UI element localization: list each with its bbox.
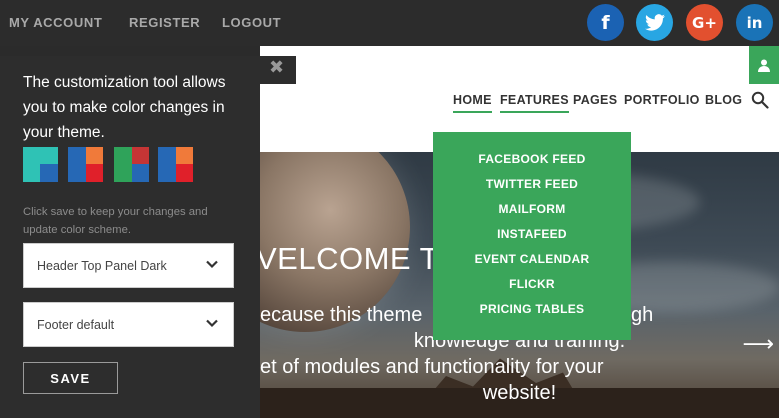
color-swatch-2[interactable] [68,147,103,182]
hero-line-tail: gh [631,304,654,326]
swatch-part [132,147,149,164]
next-arrow-icon[interactable]: ⟶ [742,332,774,357]
hero-line: website! [482,382,557,404]
nav-features[interactable]: FEATURES [500,93,569,113]
twitter-button[interactable] [636,4,673,41]
swatch-part [86,164,103,182]
linkedin-button[interactable]: in [736,4,773,41]
color-swatch-1[interactable] [23,147,58,182]
swatch-part [86,147,103,164]
my-account-link[interactable]: MY ACCOUNT [9,15,102,30]
footer-style-select[interactable]: Footer default [23,302,234,347]
logout-link[interactable]: LOGOUT [222,15,281,30]
swatch-part [68,147,86,182]
user-tab[interactable] [749,46,779,84]
header-style-select[interactable]: Header Top Panel Dark [23,243,234,288]
menu-item-pricing-tables[interactable]: PRICING TABLES [433,300,631,325]
swatch-part [114,147,132,182]
menu-item-flickr[interactable]: FLICKR [433,275,631,300]
twitter-icon [644,14,665,31]
header-select-value: Header Top Panel Dark [37,259,167,273]
swatch-part [158,147,176,182]
google-plus-button[interactable]: G+ [686,4,723,41]
menu-item-event-calendar[interactable]: EVENT CALENDAR [433,250,631,275]
chevron-down-icon [206,319,218,328]
menu-item-instafeed[interactable]: INSTAFEED [433,225,631,250]
menu-item-facebook-feed[interactable]: FACEBOOK FEED [433,150,631,175]
nav-portfolio[interactable]: PORTFOLIO [624,93,700,111]
hero-line: et of modules and functionality for your [260,356,604,378]
swatch-part [40,164,58,182]
color-swatch-4[interactable] [158,147,193,182]
nav-pages[interactable]: PAGES [573,93,617,111]
menu-item-mailform[interactable]: MAILFORM [433,200,631,225]
panel-hint: Click save to keep your changes and upda… [23,206,208,236]
swatch-part [176,147,193,164]
save-button[interactable]: SAVE [23,362,118,394]
nav-home[interactable]: HOME [453,93,492,113]
facebook-icon: f [601,11,610,34]
menu-item-twitter-feed[interactable]: TWITTER FEED [433,175,631,200]
close-icon[interactable]: ✖ [269,57,284,78]
panel-intro: The customization tool allows you to mak… [23,74,226,141]
chevron-down-icon [206,260,218,269]
google-plus-icon: G+ [692,13,717,32]
search-icon[interactable] [751,91,769,109]
facebook-button[interactable]: f [587,4,624,41]
user-icon [758,59,770,72]
footer-select-value: Footer default [37,318,115,332]
linkedin-icon: in [746,13,763,32]
color-swatch-3[interactable] [114,147,149,182]
features-dropdown: FACEBOOK FEED TWITTER FEED MAILFORM INST… [433,132,631,340]
register-link[interactable]: REGISTER [129,15,200,30]
swatch-part [176,164,193,182]
top-bar: MY ACCOUNT REGISTER LOGOUT f G+ in [0,0,779,46]
customization-panel: The customization tool allows you to mak… [0,56,260,418]
swatch-part [132,164,149,182]
nav-blog[interactable]: BLOG [705,93,742,111]
